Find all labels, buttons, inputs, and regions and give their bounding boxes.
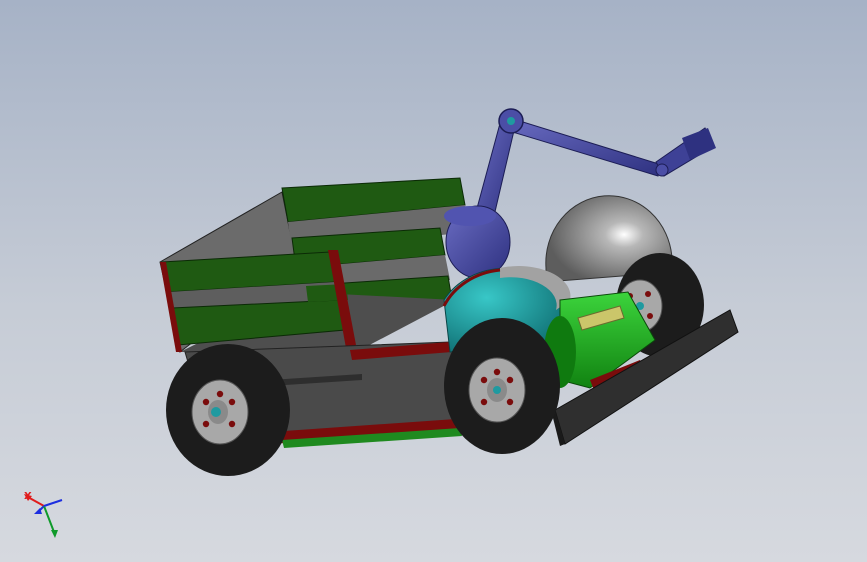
x-axis-label: X: [24, 491, 32, 502]
cargo-box: [159, 177, 468, 353]
y-axis-line: [43, 505, 55, 533]
cad-viewport[interactable]: X: [0, 0, 867, 562]
robot-cart-model[interactable]: [0, 0, 867, 562]
axis-triad: X: [24, 491, 63, 538]
rear-left-wheel: [166, 344, 290, 476]
front-left-wheel: [444, 318, 560, 454]
